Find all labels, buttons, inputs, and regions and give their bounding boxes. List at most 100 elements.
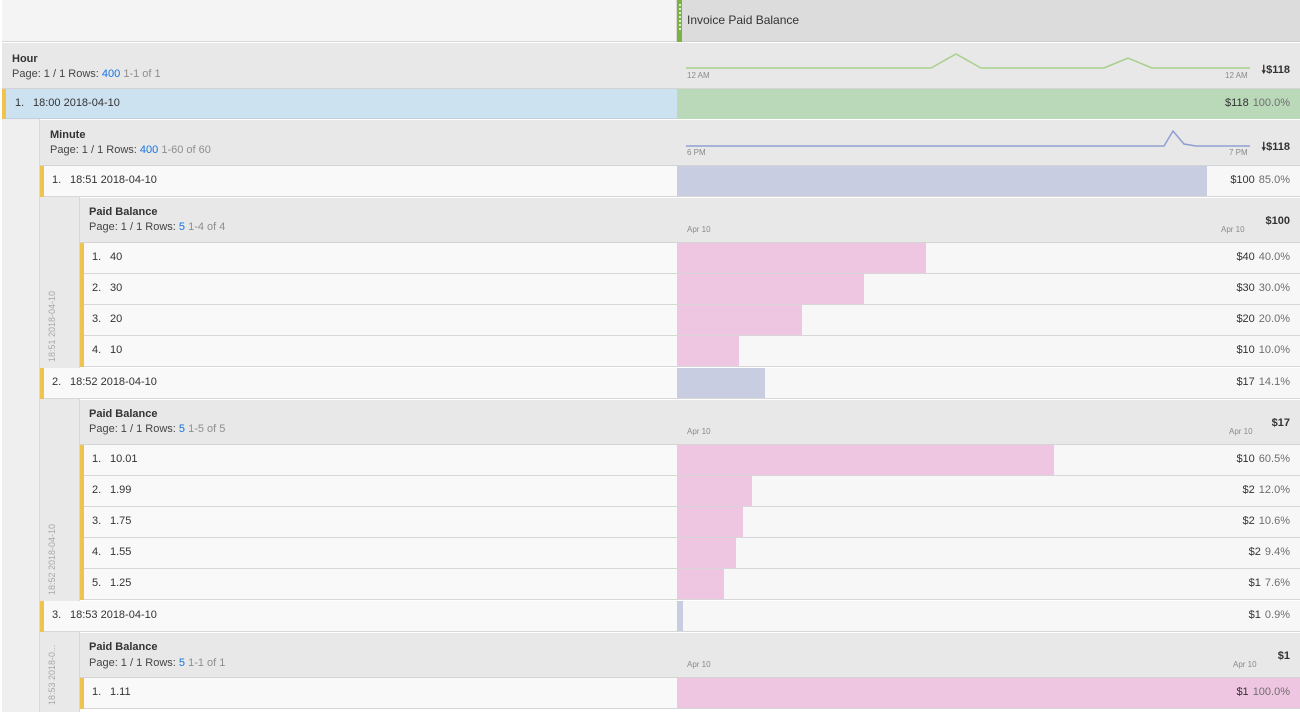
row-text: 10	[110, 344, 123, 356]
row-accent-bar	[2, 89, 6, 119]
paid-balance-row-label[interactable]: 5. 1.25	[92, 577, 131, 589]
minute-row-label[interactable]: 2. 18:52 2018-04-10	[52, 376, 157, 388]
paid-balance-row[interactable]	[80, 336, 677, 367]
paid-balance-row-accent-bar	[80, 538, 84, 569]
rows-per-page-link[interactable]: 5	[179, 221, 185, 233]
minute-row-value: $1 0.9%	[1160, 609, 1290, 621]
paid-balance-row-value: $2 12.0%	[1160, 484, 1290, 496]
rows-per-page-link[interactable]: 400	[102, 68, 120, 80]
rows-per-page-link[interactable]: 400	[140, 144, 158, 156]
paid-balance-1-total: $100	[1265, 215, 1290, 227]
paid-balance-row[interactable]	[80, 678, 677, 709]
percent: 0.9%	[1264, 609, 1290, 621]
column-drag-handle[interactable]	[677, 0, 682, 42]
value: $1	[1236, 686, 1249, 698]
paid-balance-row[interactable]	[80, 476, 677, 507]
paid-balance-3-title[interactable]: Paid Balance	[89, 641, 157, 653]
row-number: 2.	[52, 376, 62, 388]
minute-row-value: $17 14.1%	[1160, 376, 1290, 388]
percent: 10.6%	[1258, 515, 1290, 527]
page-text: Page: 1 / 1	[89, 657, 143, 669]
paid-balance-1-subheader	[80, 198, 1300, 243]
paid-balance-row-label[interactable]: 1. 10.01	[92, 453, 138, 465]
minute-3-vertical-label: 18:53 2018-0...	[47, 644, 57, 705]
paid-balance-2-title[interactable]: Paid Balance	[89, 408, 157, 420]
minute-row-label[interactable]: 1. 18:51 2018-04-10	[52, 174, 157, 186]
paid-balance-row-value: $30 30.0%	[1160, 282, 1290, 294]
paid-balance-row-accent-bar	[80, 274, 84, 305]
value: $10	[1236, 344, 1255, 356]
hour-column-total[interactable]: 🠗$118	[1240, 61, 1290, 80]
indent-rail-level1	[2, 119, 40, 712]
row-text: 18:00 2018-04-10	[33, 97, 120, 109]
percent: 12.0%	[1258, 484, 1290, 496]
page-text: Page: 1 / 1	[89, 423, 143, 435]
row-number: 1.	[15, 97, 25, 109]
paid-balance-row-label[interactable]: 2. 30	[92, 282, 122, 294]
minute-sparkline	[686, 129, 1250, 147]
value: $1	[1248, 577, 1261, 589]
row-text: 30	[110, 282, 123, 294]
paid-balance-row-value: $2 9.4%	[1160, 546, 1290, 558]
paid-balance-row-accent-bar	[80, 243, 84, 274]
minute-pagination: Page: 1 / 1 Rows: 400 1-60 of 60	[50, 144, 211, 156]
paid-balance-row[interactable]	[80, 243, 677, 274]
value: $2	[1242, 484, 1255, 496]
indent-rail-minute-3	[40, 632, 80, 712]
percent: 60.5%	[1258, 453, 1290, 465]
percent: 85.0%	[1258, 174, 1290, 186]
rows-per-page-link[interactable]: 5	[179, 657, 185, 669]
paid-balance-row-label[interactable]: 2. 1.99	[92, 484, 131, 496]
row-text: 1.99	[110, 484, 132, 496]
minute-dimension-title[interactable]: Minute	[50, 129, 85, 141]
percent: 9.4%	[1264, 546, 1290, 558]
row-text: 18:53 2018-04-10	[70, 609, 157, 621]
paid-balance-row-label[interactable]: 4. 10	[92, 344, 122, 356]
paid-balance-3-total: $1	[1277, 650, 1290, 662]
paid-balance-row[interactable]	[80, 569, 677, 600]
paid-balance-row-accent-bar	[80, 476, 84, 507]
paid-balance-row[interactable]	[80, 305, 677, 336]
value: $118	[1225, 97, 1249, 109]
paid-balance-row-label[interactable]: 1. 1.11	[92, 686, 131, 698]
paid-balance-row-label[interactable]: 4. 1.55	[92, 546, 131, 558]
rows-per-page-link[interactable]: 5	[179, 423, 185, 435]
indent-rail-minute-2	[40, 399, 80, 601]
percent: 14.1%	[1258, 376, 1290, 388]
paid-balance-1-title[interactable]: Paid Balance	[89, 206, 157, 218]
paid-balance-row-label[interactable]: 3. 20	[92, 313, 122, 325]
minute-column-total[interactable]: 🠗$118	[1240, 138, 1290, 157]
paid-balance-row-value: $10 60.5%	[1160, 453, 1290, 465]
paid-balance-3-axis-start: Apr 10	[687, 660, 711, 669]
paid-balance-row-value: $1 100.0%	[1160, 686, 1290, 698]
row-number: 4.	[92, 344, 102, 356]
paid-balance-row-bar	[677, 569, 724, 599]
paid-balance-row-accent-bar	[80, 305, 84, 336]
paid-balance-row-bar	[677, 445, 1054, 475]
minute-row-label[interactable]: 3. 18:53 2018-04-10	[52, 609, 157, 621]
paid-balance-row-label[interactable]: 3. 1.75	[92, 515, 131, 527]
minute-row-accent-bar	[40, 166, 44, 197]
metric-title[interactable]: Invoice Paid Balance	[687, 13, 799, 27]
hour-row-label[interactable]: 1. 18:00 2018-04-10	[15, 97, 120, 109]
paid-balance-row[interactable]	[80, 507, 677, 538]
paid-balance-2-pagination: Page: 1 / 1 Rows: 5 1-5 of 5	[89, 423, 225, 435]
paid-balance-row[interactable]	[80, 538, 677, 569]
paid-balance-2-axis-start: Apr 10	[687, 427, 711, 436]
percent: 30.0%	[1258, 282, 1290, 294]
paid-balance-row[interactable]	[80, 445, 677, 476]
page-text: Page: 1 / 1	[50, 144, 104, 156]
paid-balance-row-value: $2 10.6%	[1160, 515, 1290, 527]
minute-total-value: $118	[1266, 141, 1290, 153]
paid-balance-row-bar	[677, 336, 739, 366]
hour-dimension-title[interactable]: Hour	[12, 53, 38, 65]
row-number: 1.	[92, 251, 102, 263]
rows-label: Rows:	[68, 68, 99, 80]
paid-balance-row-accent-bar	[80, 569, 84, 600]
paid-balance-row-value: $20 20.0%	[1160, 313, 1290, 325]
minute-axis-start: 6 PM	[687, 148, 706, 157]
value: $40	[1236, 251, 1255, 263]
minute-row-accent-bar	[40, 368, 44, 399]
paid-balance-row[interactable]	[80, 274, 677, 305]
paid-balance-row-label[interactable]: 1. 40	[92, 251, 122, 263]
